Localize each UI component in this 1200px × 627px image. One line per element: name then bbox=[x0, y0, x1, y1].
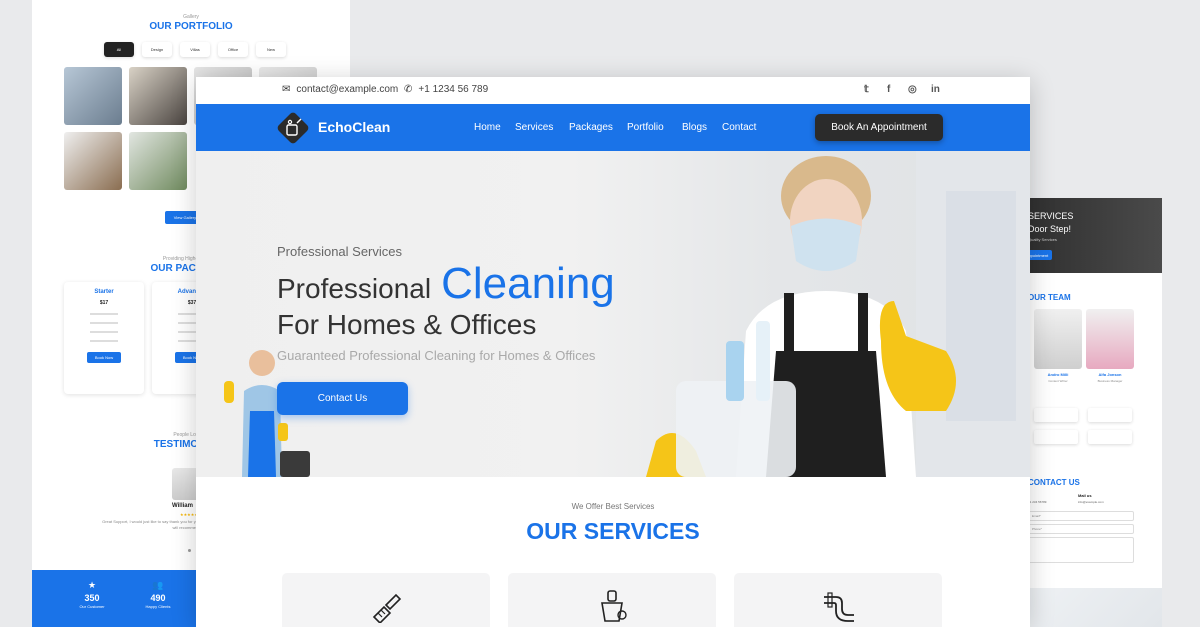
contact-email[interactable]: ✉ contact@example.com bbox=[282, 84, 398, 95]
package-feature bbox=[90, 322, 118, 324]
brush-icon bbox=[372, 593, 402, 623]
book-now-button[interactable]: Book Now bbox=[87, 352, 121, 363]
stat-number: 350 bbox=[84, 593, 100, 603]
team-member-photo bbox=[1034, 309, 1082, 369]
partner-logo bbox=[1034, 408, 1078, 422]
navbar: EchoClean Home Services Packages Portfol… bbox=[196, 104, 1030, 151]
instagram-icon[interactable]: ◎ bbox=[908, 84, 917, 95]
portfolio-image[interactable] bbox=[64, 132, 122, 190]
portfolio-tab-office[interactable]: Office bbox=[218, 42, 248, 57]
package-feature bbox=[90, 313, 118, 315]
nav-contact[interactable]: Contact bbox=[722, 122, 756, 133]
team-member-name: Andro Milli bbox=[1047, 372, 1069, 377]
top-bar: ✉ contact@example.com ✆ +1 1234 56 789 𝕥… bbox=[196, 77, 1030, 104]
twitter-icon[interactable]: 𝕥 bbox=[864, 84, 869, 95]
team-member-role: Content Writer bbox=[1048, 379, 1068, 383]
email-field[interactable]: Email* bbox=[1028, 511, 1134, 521]
package-feature bbox=[90, 340, 118, 342]
portfolio-tab-all[interactable]: All bbox=[104, 42, 134, 57]
hero-subtitle: Guaranteed Professional Cleaning for Hom… bbox=[277, 348, 596, 363]
email-text: contact@example.com bbox=[296, 84, 399, 95]
contact-phone[interactable]: ✆ +1 1234 56 789 bbox=[404, 84, 488, 95]
contact-us-button[interactable]: Contact Us bbox=[277, 382, 408, 415]
portfolio-kicker: Gallery bbox=[183, 14, 199, 20]
main-page: ✉ contact@example.com ✆ +1 1234 56 789 𝕥… bbox=[196, 77, 1030, 627]
stat-customers: ★ 350 Our Customer bbox=[62, 580, 122, 609]
services-kicker: We Offer Best Services bbox=[571, 502, 655, 511]
stat-number: 490 bbox=[150, 593, 166, 603]
stat-clients: 👥 490 Happy Clients bbox=[128, 580, 188, 609]
package-price: $17 bbox=[99, 300, 109, 306]
right-hero-caption: Quality Services bbox=[1028, 237, 1057, 242]
nav-blogs[interactable]: Blogs bbox=[682, 122, 707, 133]
partner-logo bbox=[1034, 430, 1078, 444]
mail-icon: ✉ bbox=[282, 84, 291, 95]
facebook-icon[interactable]: f bbox=[887, 84, 890, 95]
mail-value: info@example.com bbox=[1078, 500, 1104, 504]
service-card[interactable] bbox=[734, 573, 942, 627]
partner-logo bbox=[1088, 430, 1132, 444]
brand-logo-icon[interactable] bbox=[275, 110, 311, 146]
hero-cleaner-image bbox=[646, 151, 1030, 477]
package-name: Starter bbox=[94, 289, 114, 295]
mail-label: Mail us bbox=[1078, 493, 1092, 498]
portfolio-tabs: All Design Villas Office New bbox=[104, 42, 286, 57]
phone-text: +1 1234 56 789 bbox=[418, 84, 489, 95]
team-member-name: Alfa Jonson bbox=[1098, 372, 1122, 377]
nav-portfolio[interactable]: Portfolio bbox=[627, 122, 664, 133]
team-title: OUR TEAM bbox=[1028, 293, 1071, 302]
book-appointment-button[interactable]: Book An Appointment bbox=[815, 114, 943, 141]
nav-packages[interactable]: Packages bbox=[569, 122, 613, 133]
portfolio-image[interactable] bbox=[129, 67, 187, 125]
phone-icon: ✆ bbox=[404, 84, 413, 95]
phone-field[interactable]: Phone* bbox=[1028, 524, 1134, 534]
map[interactable] bbox=[1028, 588, 1162, 627]
hero-heading-word: Professional bbox=[277, 273, 432, 304]
nav-services[interactable]: Services bbox=[515, 122, 553, 133]
service-card[interactable] bbox=[508, 573, 716, 627]
portfolio-tab-new[interactable]: New bbox=[256, 42, 286, 57]
linkedin-icon[interactable]: in bbox=[931, 84, 940, 95]
service-card[interactable] bbox=[282, 573, 490, 627]
package-feature bbox=[90, 331, 118, 333]
right-hero-title: SERVICES bbox=[1028, 211, 1074, 221]
cleaning-bucket-icon bbox=[601, 590, 627, 622]
team-member-photo bbox=[1086, 309, 1134, 369]
testimonial-name: William bbox=[172, 503, 193, 509]
package-card: Starter $17 Book Now bbox=[64, 282, 144, 394]
portfolio-tab-design[interactable]: Design bbox=[142, 42, 172, 57]
stat-label: Our Customer bbox=[79, 604, 105, 609]
hero-kicker: Professional Services bbox=[277, 244, 402, 259]
stat-label: Happy Clients bbox=[145, 604, 171, 609]
hero-section: Professional Services Professional Clean… bbox=[196, 151, 1030, 477]
team-member-role: Business Manager bbox=[1097, 379, 1123, 383]
portfolio-title: OUR PORTFOLIO bbox=[149, 21, 233, 32]
hero-heading-line1: Professional Cleaning bbox=[277, 259, 615, 309]
right-hero-subtitle: Door Step! bbox=[1028, 224, 1072, 234]
portfolio-image[interactable] bbox=[64, 67, 122, 125]
pipe-plumbing-icon bbox=[824, 592, 854, 622]
star-icon: ★ bbox=[87, 580, 97, 590]
services-title: OUR SERVICES bbox=[526, 518, 700, 544]
portfolio-image[interactable] bbox=[129, 132, 187, 190]
hero-heading-highlight: Cleaning bbox=[441, 259, 615, 308]
partner-logo bbox=[1088, 408, 1132, 422]
brand-name[interactable]: EchoClean bbox=[318, 119, 390, 135]
users-icon: 👥 bbox=[152, 580, 164, 590]
carousel-dot[interactable] bbox=[188, 549, 191, 552]
portfolio-tab-villas[interactable]: Villas bbox=[180, 42, 210, 57]
hero-heading-line2: For Homes & Offices bbox=[277, 309, 537, 340]
phone-value: +1 234 56789 bbox=[1028, 500, 1047, 504]
message-field[interactable] bbox=[1028, 537, 1134, 563]
contact-title: CONTACT US bbox=[1028, 478, 1080, 487]
nav-home[interactable]: Home bbox=[474, 122, 501, 133]
